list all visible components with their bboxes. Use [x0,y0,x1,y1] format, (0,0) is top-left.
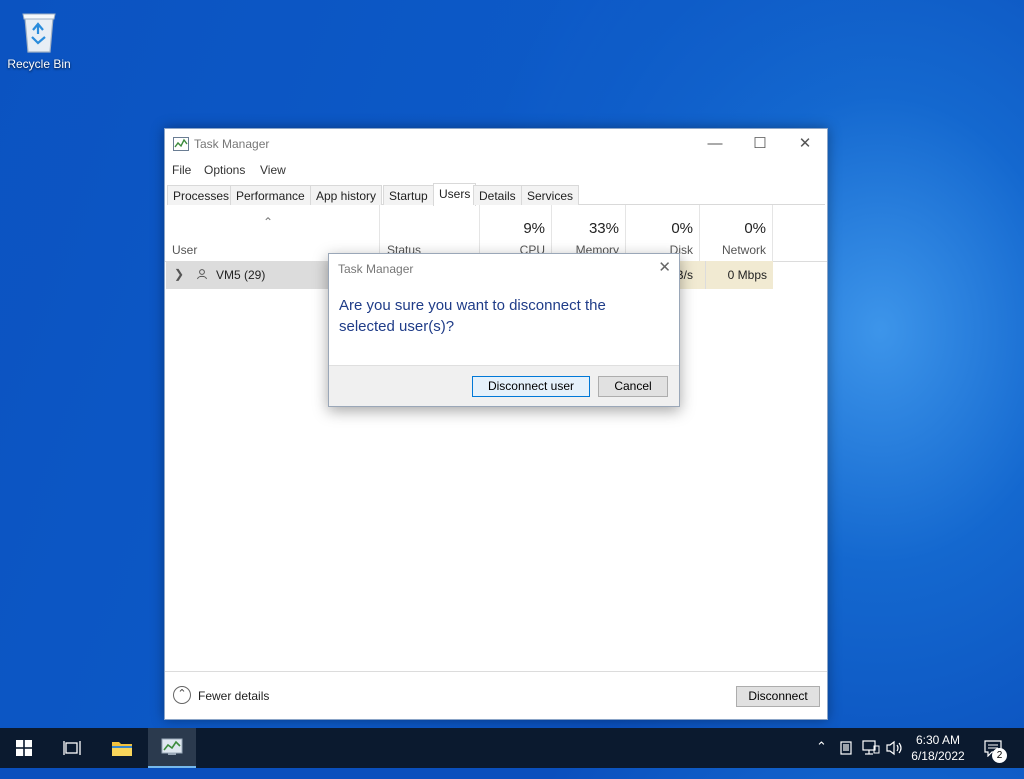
tab-services[interactable]: Services [521,185,580,205]
close-button[interactable]: ✕ [783,133,827,155]
title-bar[interactable]: Task Manager — ☐ ✕ [165,129,827,159]
window-footer: ⌃ Fewer details Disconnect [165,671,827,720]
task-manager-icon [161,738,183,755]
notification-count-badge: 2 [992,748,1007,763]
memory-total: 33% [588,220,619,237]
start-button[interactable] [0,728,48,768]
minimize-button[interactable]: — [693,133,737,155]
fewer-details-link[interactable]: Fewer details [198,689,269,703]
cancel-button[interactable]: Cancel [598,376,668,397]
sort-arrow-icon: ⌃ [263,215,274,229]
clock[interactable]: 6:30 AM 6/18/2022 [906,732,970,764]
dialog-title: Task Manager [338,262,414,276]
dialog-button-bar: Disconnect user Cancel [329,365,679,406]
recycle-bin-shortcut[interactable]: Recycle Bin [6,8,72,71]
tablet-icon[interactable] [840,741,852,755]
show-hidden-icons-icon[interactable]: ⌃ [816,739,827,779]
task-manager-app-icon [173,137,189,151]
disconnect-user-button[interactable]: Disconnect user [472,376,590,397]
cpu-total: 9% [523,220,545,237]
task-view-icon [63,741,81,755]
tab-details[interactable]: Details [473,185,522,205]
task-manager-taskbar-button[interactable] [148,728,196,768]
recycle-bin-icon [22,13,56,53]
menu-file[interactable]: File [172,163,191,177]
network-icon[interactable] [862,740,880,756]
taskbar: ⌃ 6:30 AM 6/18/2022 [0,728,1024,768]
expand-chevron-icon[interactable]: ❯ [174,267,184,281]
user-icon [197,269,207,280]
window-title: Task Manager [194,137,270,151]
volume-icon[interactable] [886,740,904,756]
menu-view[interactable]: View [260,163,286,177]
clock-date: 6/18/2022 [911,749,965,763]
dialog-close-icon[interactable]: ✕ [658,258,671,276]
clock-time: 6:30 AM [915,733,961,747]
tab-startup[interactable]: Startup [383,185,434,205]
maximize-button[interactable]: ☐ [738,133,782,155]
user-name: VM5 (29) [216,268,266,282]
task-view-button[interactable] [48,728,96,768]
dialog-message: Are you sure you want to disconnect the … [339,297,606,335]
disconnect-button[interactable]: Disconnect [736,686,820,707]
file-explorer-button[interactable] [98,728,146,768]
column-user-label: User [172,243,198,257]
column-network-label: Network [721,243,766,257]
tab-users[interactable]: Users [433,183,477,206]
menu-options[interactable]: Options [204,163,245,177]
tab-processes[interactable]: Processes [167,185,236,205]
chevron-up-icon[interactable]: ⌃ [173,686,191,704]
tab-app-history[interactable]: App history [310,185,383,205]
tab-performance[interactable]: Performance [230,185,311,205]
user-network: 0 Mbps [727,268,767,282]
confirm-disconnect-dialog: Task Manager ✕ Are you sure you want to … [328,253,680,407]
task-manager-window: Task Manager — ☐ ✕ File Options View Pro… [164,128,828,720]
folder-icon [112,742,132,756]
tab-strip: Processes Performance App history Startu… [167,183,825,206]
disk-total: 0% [671,220,693,237]
column-network[interactable]: 0% Network [700,205,773,261]
network-total: 0% [744,220,766,237]
windows-logo-icon [16,740,32,756]
recycle-bin-label: Recycle Bin [7,57,71,71]
